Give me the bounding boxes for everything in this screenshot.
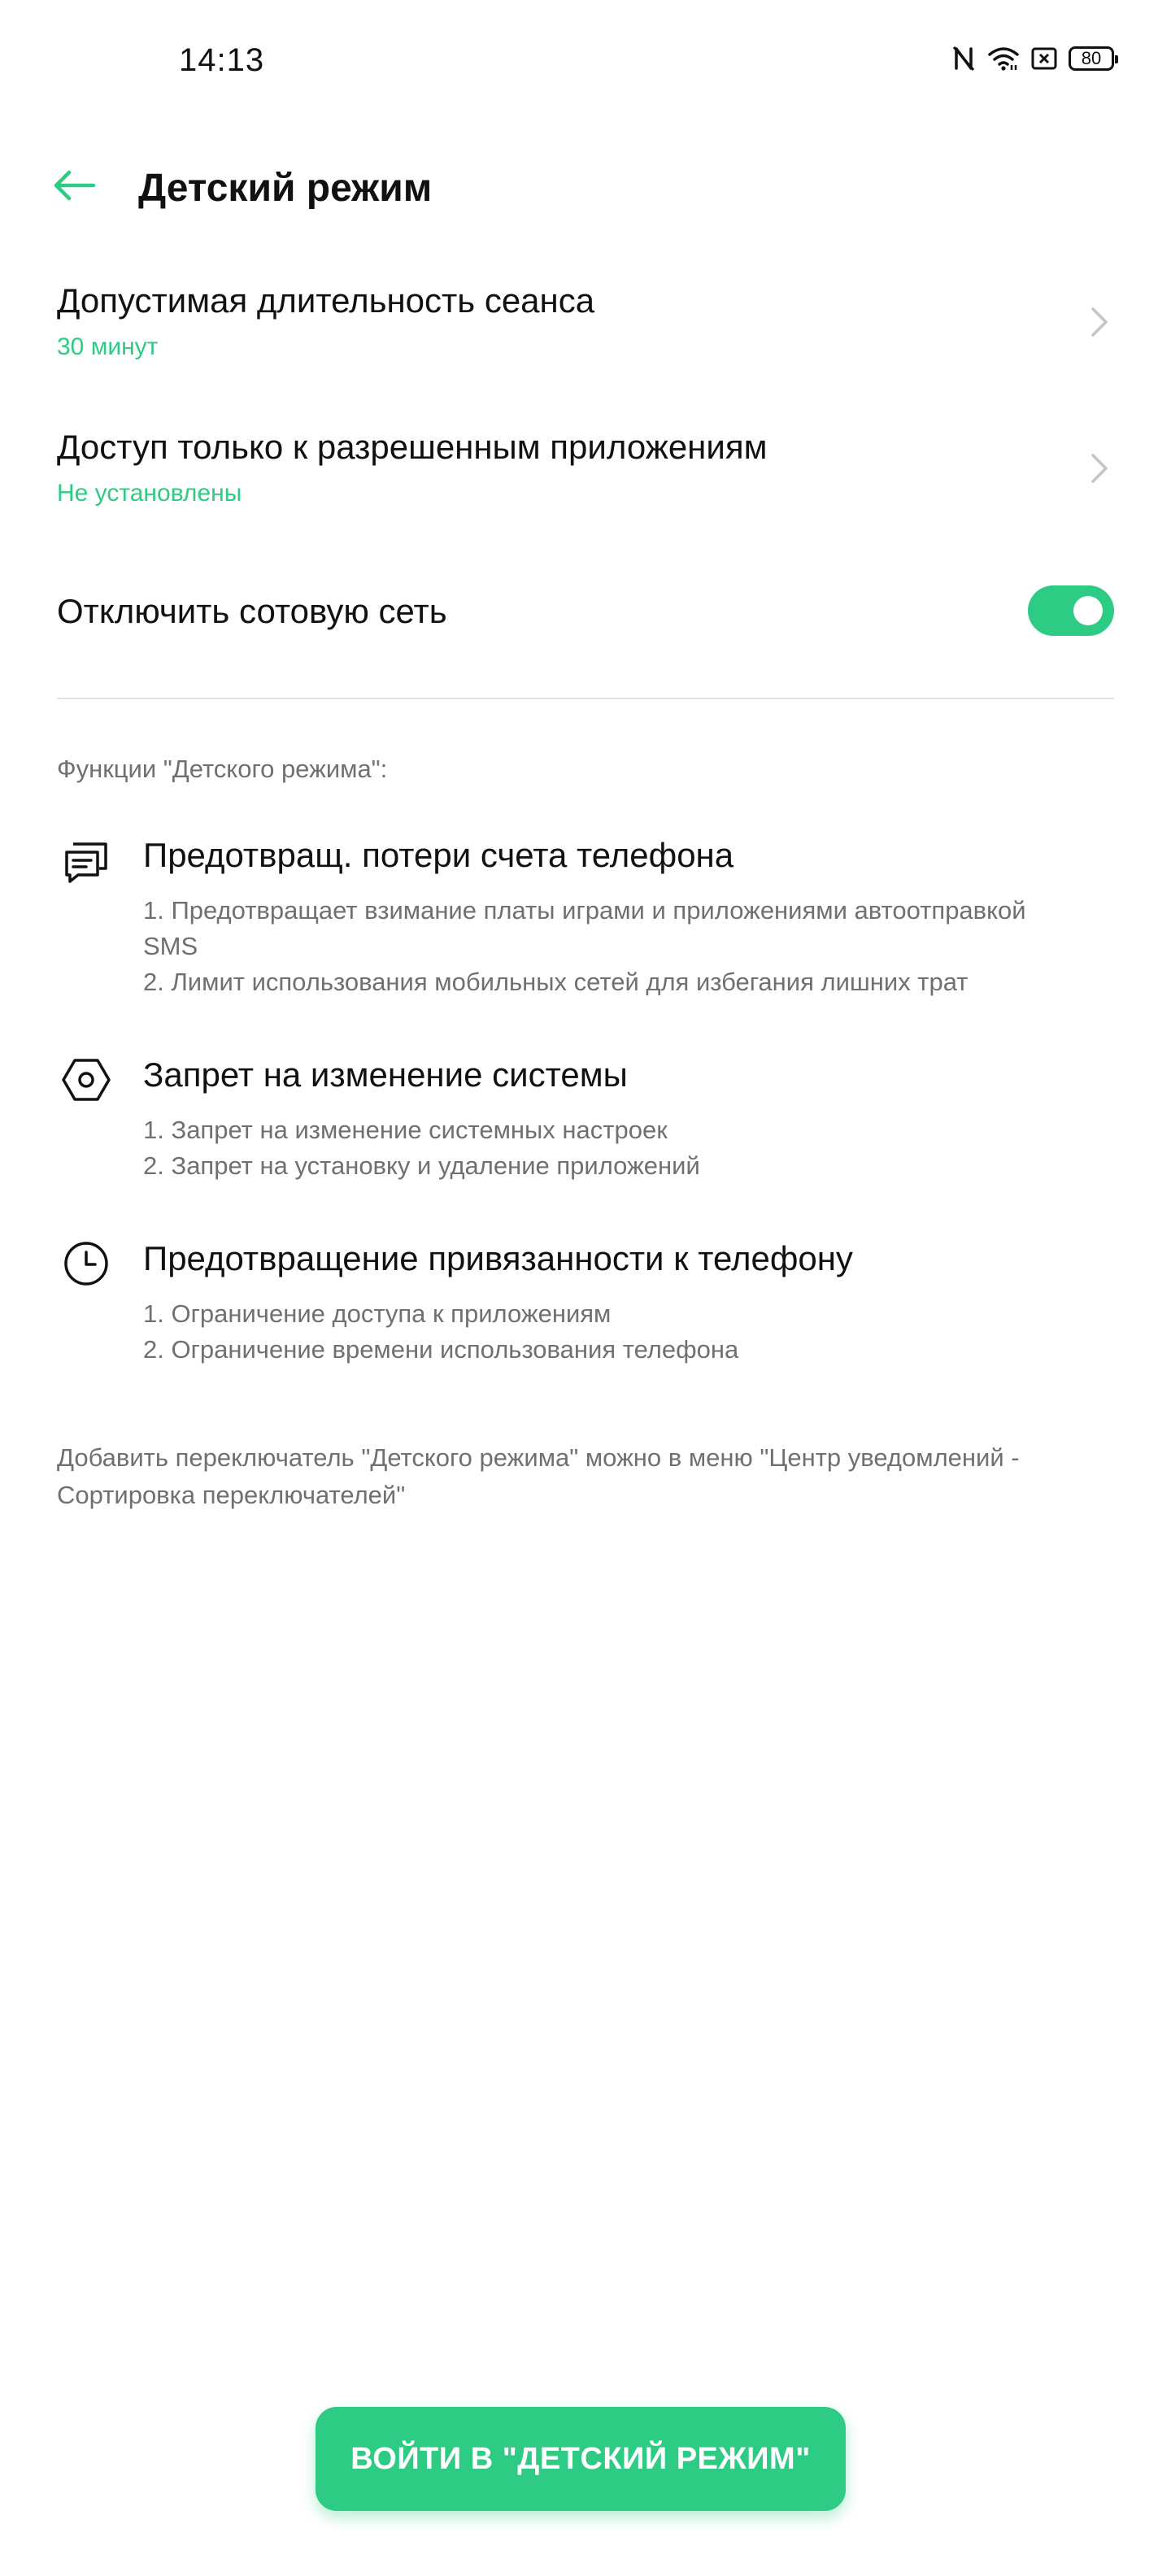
- feature-line: 1. Ограничение доступа к приложениям: [143, 1299, 612, 1328]
- clock-icon: [60, 1238, 112, 1290]
- back-button[interactable]: [46, 163, 102, 211]
- feature-description: 1. Запрет на изменение системных настрое…: [143, 1112, 1086, 1184]
- feature-line: 1. Предотвращает взимание платы играми и…: [143, 896, 1026, 960]
- session-duration-row[interactable]: Допустимая длительность сеанса 30 минут: [0, 268, 1171, 374]
- status-icons: 80: [951, 46, 1118, 72]
- status-time: 14:13: [179, 42, 265, 78]
- battery-icon: 80: [1069, 46, 1118, 71]
- features-section-title: Функции "Детского режима":: [57, 755, 388, 783]
- sim-icon: [1031, 46, 1057, 71]
- feature-line: 1. Запрет на изменение системных настрое…: [143, 1116, 668, 1144]
- header: Детский режим: [0, 146, 1171, 228]
- session-duration-value: 30 минут: [57, 333, 159, 360]
- feature-line: 2. Лимит использования мобильных сетей д…: [143, 968, 969, 996]
- chevron-right-icon: [1082, 444, 1114, 493]
- feature-title: Запрет на изменение системы: [143, 1055, 628, 1094]
- feature-description: 1. Ограничение доступа к приложениям 2. …: [143, 1296, 1086, 1368]
- feature-line: 2. Ограничение времени использования тел…: [143, 1335, 739, 1364]
- page-title: Детский режим: [138, 167, 433, 210]
- disable-cellular-row[interactable]: Отключить сотовую сеть: [0, 563, 1171, 659]
- enter-kids-mode-button[interactable]: ВОЙТИ В "ДЕТСКИЙ РЕЖИМ": [316, 2407, 846, 2511]
- feature-title: Предотвращ. потери счета телефона: [143, 836, 734, 874]
- toggle-knob: [1073, 596, 1103, 625]
- wifi-icon: [987, 46, 1020, 72]
- disable-cellular-label: Отключить сотовую сеть: [57, 592, 447, 630]
- divider: [57, 698, 1114, 699]
- disable-cellular-toggle[interactable]: [1028, 585, 1114, 636]
- footer-note: Добавить переключатель "Детского режима"…: [57, 1443, 1020, 1509]
- feature-title: Предотвращение привязанности к телефону: [143, 1239, 853, 1277]
- arrow-left-icon: [51, 169, 97, 206]
- nfc-icon: [951, 46, 976, 72]
- feature-line: 2. Запрет на установку и удаление прилож…: [143, 1151, 700, 1180]
- chevron-right-icon: [1082, 298, 1114, 346]
- allowed-apps-value: Не установлены: [57, 480, 242, 507]
- session-duration-label: Допустимая длительность сеанса: [57, 281, 595, 320]
- status-bar: 14:13 80: [0, 0, 1171, 130]
- allowed-apps-row[interactable]: Доступ только к разрешенным приложениям …: [0, 415, 1171, 520]
- feature-description: 1. Предотвращает взимание платы играми и…: [143, 893, 1086, 1000]
- message-icon: [60, 836, 112, 888]
- allowed-apps-label: Доступ только к разрешенным приложениям: [57, 428, 768, 466]
- hexagon-settings-icon: [60, 1054, 112, 1106]
